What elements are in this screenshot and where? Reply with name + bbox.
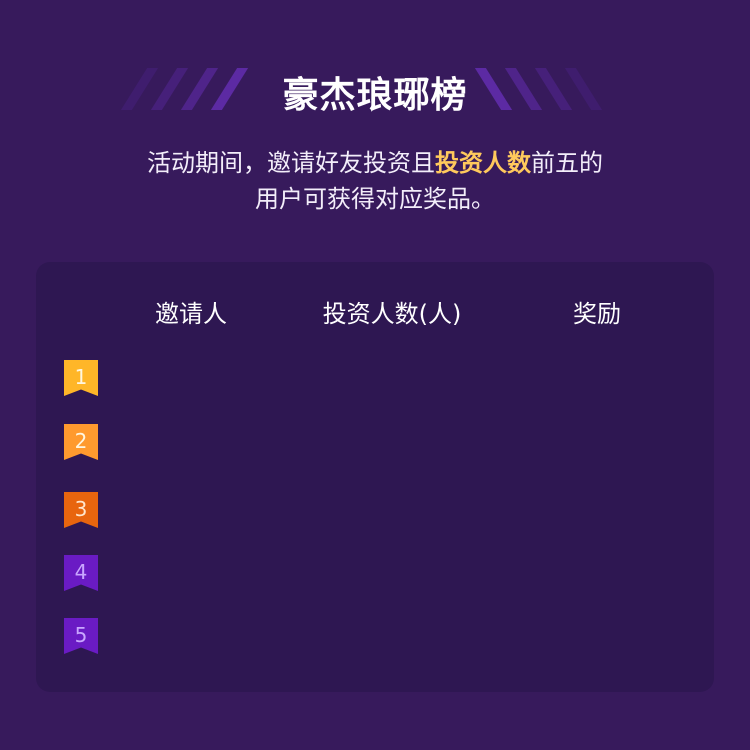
description-line-1: 活动期间，邀请好友投资且投资人数前五的 (0, 145, 750, 181)
rank-badge-4-icon: 4 (64, 555, 98, 591)
decor-stripe (534, 68, 573, 110)
description-highlight: 投资人数 (435, 149, 531, 177)
column-header-inviter: 邀请人 (155, 300, 227, 328)
table-row: 2 (36, 418, 714, 466)
description-line-2: 用户可获得对应奖品。 (255, 185, 495, 213)
rank-badge-2-icon: 2 (64, 424, 98, 460)
description-text: 活动期间，邀请好友投资且 (147, 149, 435, 177)
table-row: 3 (36, 486, 714, 534)
decor-stripe (564, 68, 603, 110)
rank-badge-5-icon: 5 (64, 618, 98, 654)
ranking-table: 邀请人 投资人数(人) 奖励 1 2 3 4 5 (36, 262, 714, 692)
page-title: 豪杰琅琊榜 (282, 75, 468, 116)
table-row: 5 (36, 612, 714, 660)
table-row: 4 (36, 549, 714, 597)
column-header-investor-count: 投资人数(人) (322, 300, 462, 328)
column-header-reward: 奖励 (573, 300, 621, 328)
table-row: 1 (36, 354, 714, 402)
title-banner: 豪杰琅琊榜 (0, 62, 750, 116)
description-text: 前五的 (531, 149, 603, 177)
title-decoration-right (474, 68, 608, 110)
rank-badge-1-icon: 1 (64, 360, 98, 396)
activity-description: 活动期间，邀请好友投资且投资人数前五的 用户可获得对应奖品。 (0, 145, 750, 217)
decor-stripe (504, 68, 543, 110)
rank-badge-3-icon: 3 (64, 492, 98, 528)
